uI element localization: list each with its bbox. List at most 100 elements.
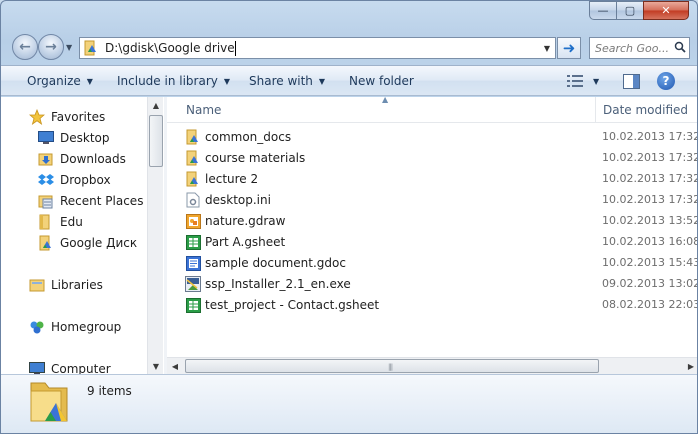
file-name: lecture 2: [205, 172, 259, 186]
sidebar-computer[interactable]: Computer: [29, 359, 111, 374]
google-drive-folder-icon: [38, 235, 54, 251]
back-button[interactable]: ←: [12, 34, 38, 60]
scroll-down-button[interactable]: ▼: [148, 358, 163, 374]
help-icon: ?: [657, 72, 675, 90]
address-bar[interactable]: D:\gdisk\Google drive ▼: [79, 37, 556, 59]
gdraw-file-icon: [185, 213, 201, 229]
sidebar-item-edu[interactable]: Edu: [38, 212, 83, 232]
google-drive-folder-icon: [27, 379, 71, 423]
table-row[interactable]: test_project - Contact.gsheet 08.02.2013…: [167, 295, 698, 316]
sidebar-item-dropbox[interactable]: Dropbox: [38, 170, 111, 190]
sidebar-libraries[interactable]: Libraries: [29, 275, 103, 295]
sidebar-libraries-label: Libraries: [51, 278, 103, 292]
organize-button[interactable]: Organize ▼: [27, 66, 93, 96]
homegroup-icon: [29, 319, 45, 335]
table-row[interactable]: desktop.ini 10.02.2013 17:32: [167, 190, 698, 211]
column-name[interactable]: Name: [186, 103, 221, 117]
scroll-thumb[interactable]: [149, 115, 163, 167]
details-pane: 9 items: [1, 374, 697, 433]
scroll-right-button[interactable]: ▶: [683, 358, 697, 374]
go-button[interactable]: ➜: [557, 37, 581, 59]
gsheet-file-icon: [185, 297, 201, 313]
table-row[interactable]: ssp_Installer_2.1_en.exe 09.02.2013 13:0…: [167, 274, 698, 295]
recent-pages-dropdown[interactable]: ▼: [66, 43, 72, 52]
file-date: 10.02.2013 13:52: [602, 214, 698, 227]
dropdown-arrow-icon: ▼: [318, 76, 326, 86]
file-name: desktop.ini: [205, 193, 271, 207]
sidebar-item-label: Recent Places: [60, 194, 144, 208]
sidebar-item-label: Dropbox: [60, 173, 111, 187]
share-with-button[interactable]: Share with ▼: [249, 66, 325, 96]
back-arrow-icon: ←: [19, 39, 31, 55]
file-name: course materials: [205, 151, 306, 165]
settings-file-icon: [185, 192, 201, 208]
table-row[interactable]: sample document.gdoc 10.02.2013 15:43: [167, 253, 698, 274]
table-row[interactable]: course materials 10.02.2013 17:32: [167, 148, 698, 169]
file-date: 08.02.2013 22:03: [602, 298, 698, 311]
dropbox-icon: [38, 172, 54, 188]
file-date: 10.02.2013 17:32: [602, 172, 698, 185]
file-date: 10.02.2013 17:32: [602, 151, 698, 164]
preview-pane-button[interactable]: [623, 66, 640, 96]
sidebar-item-google-disk[interactable]: Google Диск: [38, 233, 137, 253]
file-date: 10.02.2013 15:43: [602, 256, 698, 269]
navigation-scrollbar[interactable]: ▲ ▼: [147, 97, 163, 374]
address-dropdown-icon[interactable]: ▼: [539, 44, 555, 53]
file-list: ▲ Name Date modified common_docs 10.02.2…: [167, 97, 698, 374]
file-list-horizontal-scrollbar[interactable]: ◀ ||| ▶: [167, 357, 697, 374]
sidebar-item-label: Desktop: [60, 131, 110, 145]
forward-button[interactable]: →: [38, 34, 64, 60]
sidebar-favorites[interactable]: Favorites: [29, 107, 105, 127]
search-input[interactable]: Search Goo...: [590, 42, 671, 55]
file-name: ssp_Installer_2.1_en.exe: [205, 277, 351, 291]
file-date: 09.02.2013 13:02: [602, 277, 698, 290]
table-row[interactable]: Part A.gsheet 10.02.2013 16:08: [167, 232, 697, 253]
minimize-button[interactable]: —: [589, 1, 616, 20]
include-in-library-button[interactable]: Include in library ▼: [117, 66, 230, 96]
drive-folder-icon: [185, 171, 201, 187]
recent-places-icon: [38, 193, 54, 209]
sidebar-item-recent-places[interactable]: Recent Places: [38, 191, 143, 211]
file-name: test_project - Contact.gsheet: [205, 298, 380, 312]
details-view-icon: [567, 75, 583, 87]
dropdown-arrow-icon: ▼: [593, 76, 600, 86]
gdoc-file-icon: [185, 255, 201, 271]
computer-icon: [29, 361, 45, 374]
help-button[interactable]: ?: [657, 66, 675, 96]
drive-folder-icon: [80, 38, 102, 58]
column-divider[interactable]: [595, 97, 596, 123]
address-input[interactable]: D:\gdisk\Google drive: [102, 40, 539, 56]
sidebar-homegroup-label: Homegroup: [51, 320, 122, 334]
table-row[interactable]: common_docs 10.02.2013 17:32: [167, 127, 698, 148]
scroll-up-button[interactable]: ▲: [148, 97, 163, 113]
table-row[interactable]: nature.gdraw 10.02.2013 13:52: [167, 211, 698, 232]
file-date: 10.02.2013 17:32: [602, 193, 698, 206]
sidebar-favorites-label: Favorites: [51, 110, 106, 124]
dropdown-arrow-icon: ▼: [223, 76, 231, 86]
new-folder-button[interactable]: New folder: [349, 66, 414, 96]
sidebar-computer-label: Computer: [51, 362, 111, 374]
scroll-left-button[interactable]: ◀: [167, 358, 183, 374]
sidebar-item-label: Google Диск: [60, 236, 138, 250]
maximize-button[interactable]: ▢: [616, 1, 643, 20]
exe-file-icon: [185, 276, 201, 292]
content-area: Favorites Desktop Downloads Dropbox Rece…: [1, 97, 698, 374]
search-box[interactable]: Search Goo...: [589, 37, 690, 59]
sidebar-item-downloads[interactable]: Downloads: [38, 149, 126, 169]
column-date-modified[interactable]: Date modified: [603, 103, 688, 117]
preview-pane-icon: [623, 73, 640, 89]
table-row[interactable]: lecture 2 10.02.2013 17:32: [167, 169, 698, 190]
file-name: Part A.gsheet: [205, 235, 286, 249]
scroll-thumb[interactable]: |||: [185, 359, 599, 373]
file-date: 10.02.2013 17:32: [602, 130, 698, 143]
explorer-window: — ▢ ✕ ← → ▼ D:\gdisk\Google drive ▼ ➜ Se…: [0, 0, 698, 434]
sidebar-item-label: Downloads: [60, 152, 126, 166]
close-button[interactable]: ✕: [643, 1, 689, 20]
change-view-button[interactable]: ▼: [567, 66, 599, 96]
sidebar-homegroup[interactable]: Homegroup: [29, 317, 121, 337]
search-icon[interactable]: [671, 41, 689, 56]
dropdown-arrow-icon: ▼: [86, 76, 93, 86]
file-name: common_docs: [205, 130, 292, 144]
desktop-icon: [38, 130, 54, 146]
sidebar-item-desktop[interactable]: Desktop: [38, 128, 110, 148]
